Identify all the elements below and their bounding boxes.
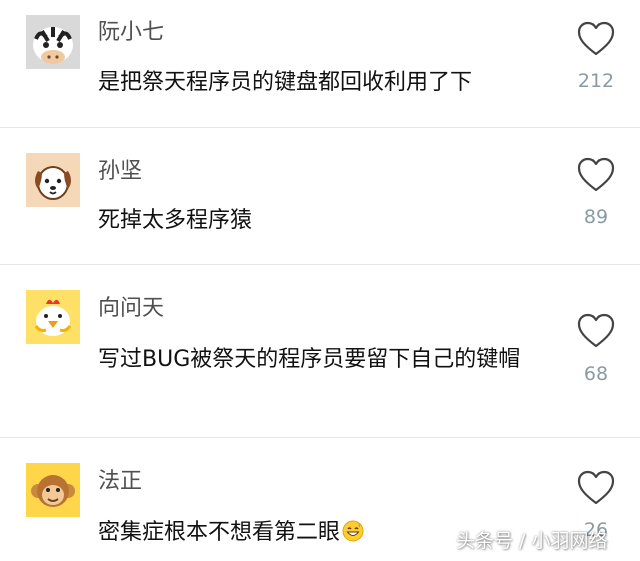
comment-text: 死掉太多程序猿 bbox=[98, 208, 253, 233]
dog-avatar-icon[interactable] bbox=[26, 153, 80, 207]
like-count: 68 bbox=[583, 363, 609, 385]
like-count: 89 bbox=[583, 206, 609, 228]
zebra-avatar-icon[interactable] bbox=[26, 15, 80, 69]
comment-username[interactable]: 法正 bbox=[98, 469, 142, 495]
watermark: 头条号 / 小羽网络 bbox=[456, 530, 608, 552]
comment-username[interactable]: 阮小七 bbox=[98, 20, 164, 46]
comment-username[interactable]: 向问天 bbox=[98, 296, 164, 322]
chicken-avatar-icon[interactable] bbox=[26, 290, 80, 344]
monkey-avatar-icon[interactable] bbox=[26, 463, 80, 517]
comment-item: 孙坚 死掉太多程序猿 89 bbox=[0, 128, 640, 265]
heart-outline-icon[interactable] bbox=[576, 469, 616, 507]
comment-text: 密集症根本不想看第二眼 bbox=[98, 520, 341, 545]
comment-item: 向问天 写过BUG被祭天的程序员要留下自己的键帽 68 bbox=[0, 265, 640, 438]
comment-text: 是把祭天程序员的键盘都回收利用了下 bbox=[98, 70, 473, 95]
heart-outline-icon[interactable] bbox=[576, 20, 616, 58]
comment-text: 写过BUG被祭天的程序员要留下自己的键帽 bbox=[98, 347, 521, 372]
heart-outline-icon[interactable] bbox=[576, 312, 616, 350]
heart-outline-icon[interactable] bbox=[576, 156, 616, 194]
grinning-sweat-emoji-icon bbox=[342, 520, 364, 542]
like-count: 212 bbox=[577, 70, 615, 92]
comment-username[interactable]: 孙坚 bbox=[98, 159, 142, 185]
comment-item: 阮小七 是把祭天程序员的键盘都回收利用了下 212 bbox=[0, 0, 640, 128]
